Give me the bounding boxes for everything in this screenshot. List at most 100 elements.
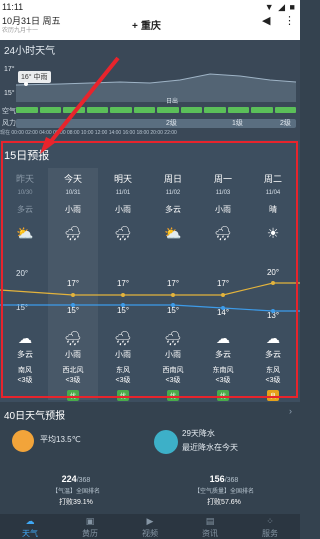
day-weather-icon: 🌧	[64, 225, 82, 241]
high-temp-point	[221, 293, 225, 297]
low-temp-point	[271, 309, 275, 313]
nav-label: 天气	[22, 529, 38, 538]
day-condition: 晴	[269, 205, 277, 214]
more-icon[interactable]: ⋮	[284, 14, 295, 27]
wind-level: <3级	[265, 377, 281, 384]
air-quality-badge: 优	[66, 390, 79, 401]
rank-temp-label: 【气温】全国排名	[51, 489, 100, 495]
nav-label: 服务	[262, 529, 278, 538]
rain-drop-icon	[154, 430, 178, 454]
day-weather-icon: 🌧	[114, 225, 132, 241]
wind-level: <3级	[215, 377, 231, 384]
wind-level: <3级	[115, 377, 131, 384]
city-selector[interactable]: + 重庆	[132, 17, 161, 32]
rank-temp-total: /368	[76, 477, 91, 484]
day-column[interactable]: 今天 10/31 小雨 🌧	[48, 172, 98, 241]
status-bar: 11:11 ▼ ◢ ■ 10月31日 周五 农历九月十一 + 重庆 ◀ ⋮	[0, 0, 300, 40]
avg-temp-text: 平均13.5℃	[40, 435, 81, 444]
nav-video[interactable]: ▶ 视频	[120, 514, 180, 539]
day-date: 10/30	[17, 190, 33, 196]
wind-direction: 西南风	[162, 367, 184, 374]
rank-temp-number: 224	[61, 474, 77, 484]
day-date: 10/31	[65, 190, 81, 196]
day-condition: 小雨	[115, 205, 131, 214]
wind-direction: 西北风	[62, 367, 84, 374]
day-condition: 小雨	[215, 205, 231, 214]
night-column: ☁ 多云 南风 <3级	[0, 330, 50, 385]
night-weather-icon: 🌧	[114, 330, 132, 346]
day-column[interactable]: 昨天 10/30 多云 ⛅	[0, 172, 50, 241]
forecast-40days[interactable]: 40日天气预报 › 平均13.5℃ 29天降水 最近降水在今天 224/368 …	[0, 402, 300, 514]
night-condition: 小雨	[165, 350, 181, 359]
share-icon[interactable]: ◀	[262, 14, 270, 27]
night-column: 🌧 小雨 西北风 <3级优	[48, 330, 98, 403]
night-condition: 多云	[215, 350, 231, 359]
day-column[interactable]: 周日 11/02 多云 ⛅	[148, 172, 198, 241]
rank-air[interactable]: 156/368 【空气质量】全国排名 打败57.6%	[154, 474, 294, 507]
sunset-label: 日出	[166, 99, 179, 105]
day-weekday: 周日	[163, 174, 182, 184]
night-weather-icon: 🌧	[164, 330, 182, 346]
hourly-wind-level: 2级	[280, 120, 291, 127]
hourly-forecast[interactable]: 24小时天气 17° 15° 16° 中雨 空气 风力 2级 1级 2级 日出 …	[0, 40, 300, 140]
nav-label: 资讯	[202, 529, 218, 538]
day-date: 11/03	[215, 190, 231, 196]
low-temp-point	[171, 303, 175, 307]
hourly-wind-label: 风力	[2, 120, 16, 127]
chevron-right-icon[interactable]: ›	[289, 406, 292, 416]
high-temp-point	[121, 293, 125, 297]
hourly-air-bar	[16, 107, 296, 113]
rain-days-title: 29天降水	[182, 429, 215, 438]
thermometer-icon	[12, 430, 34, 452]
nav-services[interactable]: ⁘ 服务	[240, 514, 300, 539]
day-column[interactable]: 周二 11/04 晴 ☀	[248, 172, 298, 241]
day-column[interactable]: 周一 11/03 小雨 🌧	[198, 172, 248, 241]
wind-level: <3级	[65, 377, 81, 384]
services-nav-icon: ⁘	[266, 516, 274, 526]
city-name: 重庆	[140, 21, 161, 32]
air-quality-badge: 优	[116, 390, 129, 401]
status-icons: ▼ ◢ ■	[264, 2, 296, 12]
daily-temp-chart	[0, 281, 300, 313]
day-weekday: 周二	[263, 174, 282, 184]
status-time: 11:11	[2, 2, 24, 12]
day-condition: 多云	[17, 205, 33, 214]
rank-air-beat: 打败57.6%	[207, 499, 241, 506]
day-weather-icon: ⛅	[16, 225, 34, 241]
rank-temp[interactable]: 224/368 【气温】全国排名 打败39.1%	[6, 474, 146, 507]
wind-direction: 东风	[266, 367, 280, 374]
day-condition: 多云	[165, 205, 181, 214]
hourly-air-label: 空气	[2, 108, 16, 115]
hourly-wind-level: 1级	[232, 120, 243, 127]
nav-news[interactable]: ▤ 资讯	[180, 514, 240, 539]
header-lunar: 农历九月十一	[2, 28, 39, 34]
day-weather-icon: ☀	[266, 225, 280, 241]
air-quality-badge: 优	[216, 390, 229, 401]
day-column[interactable]: 明天 11/01 小雨 🌧	[98, 172, 148, 241]
day-date: 11/04	[265, 190, 281, 196]
daily-title: 15日预报	[4, 150, 50, 162]
nav-almanac[interactable]: ▣ 黄历	[60, 514, 120, 539]
low-temp-point	[71, 303, 75, 307]
day-date: 11/02	[165, 190, 181, 196]
wind-direction: 南风	[18, 367, 32, 374]
air-quality-badge: 优	[166, 390, 179, 401]
nav-label: 黄历	[82, 529, 98, 538]
hourly-wind-level: 2级	[166, 120, 177, 127]
rank-air-number: 156	[209, 474, 225, 484]
add-city-icon[interactable]: +	[132, 21, 138, 32]
day-condition: 小雨	[65, 205, 81, 214]
hourly-time-row: 现在 00:00 02:00 04:00 06:00 08:00 10:00 1…	[0, 130, 177, 136]
night-weather-icon: ☁	[266, 330, 280, 346]
rank-air-total: /368	[224, 477, 239, 484]
night-column: 🌧 小雨东风 <3级优	[98, 330, 148, 403]
wind-direction: 东风	[116, 367, 130, 374]
night-condition: 小雨	[115, 350, 131, 359]
bottom-nav: ☁ 天气 ▣ 黄历 ▶ 视频 ▤ 资讯 ⁘ 服务	[0, 514, 300, 539]
night-condition: 小雨	[65, 350, 81, 359]
day-weekday: 今天	[63, 174, 82, 184]
wind-level: <3级	[165, 377, 181, 384]
day-weekday: 明天	[113, 174, 132, 184]
nav-weather[interactable]: ☁ 天气	[0, 514, 60, 539]
night-condition: 多云	[265, 350, 281, 359]
